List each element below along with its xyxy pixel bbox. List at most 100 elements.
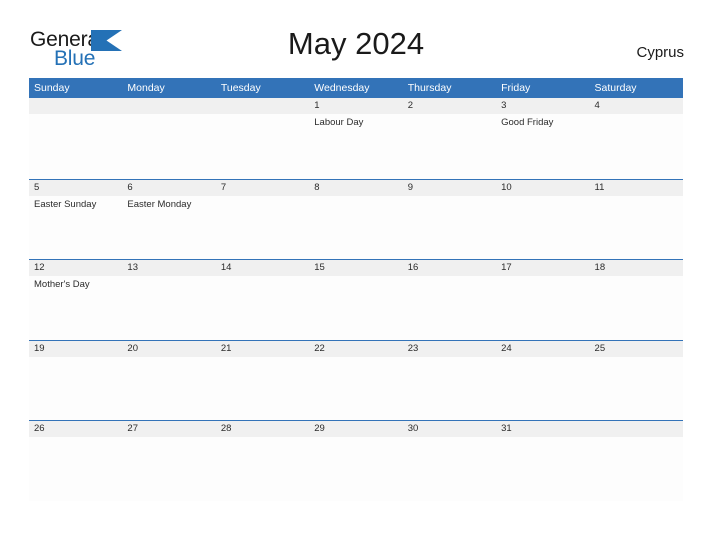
day-number[interactable]: 6 bbox=[122, 180, 215, 196]
weekday-header-row: Sunday Monday Tuesday Wednesday Thursday Frid… bbox=[29, 78, 683, 98]
day-number[interactable]: 12 bbox=[29, 260, 122, 276]
day-number[interactable]: 19 bbox=[29, 341, 122, 357]
day-event-label: Good Friday bbox=[501, 117, 554, 128]
day-cell-body[interactable] bbox=[309, 357, 402, 421]
calendar-week-row: 26 27 28 29 30 31 bbox=[29, 420, 683, 501]
day-cell-body[interactable] bbox=[122, 357, 215, 421]
day-event-label: Easter Monday bbox=[127, 198, 192, 210]
day-cell-body[interactable] bbox=[403, 357, 496, 421]
day-cell-body[interactable] bbox=[216, 357, 309, 421]
day-cell-body[interactable] bbox=[590, 196, 683, 260]
day-number bbox=[29, 98, 122, 114]
day-cell-body bbox=[122, 114, 215, 178]
day-event-label: Mother's Day bbox=[34, 279, 90, 290]
week-date-strip: 12 13 14 15 16 17 18 bbox=[29, 260, 683, 276]
day-cell-body[interactable]: Mother's Day bbox=[29, 276, 122, 340]
weekday-header-friday: Friday bbox=[501, 82, 531, 94]
day-number[interactable]: 30 bbox=[403, 421, 496, 437]
day-number[interactable]: 13 bbox=[122, 260, 215, 276]
day-cell-body[interactable] bbox=[590, 276, 683, 340]
day-cell-body[interactable] bbox=[309, 276, 402, 340]
day-number[interactable]: 26 bbox=[29, 421, 122, 437]
day-event-label: Easter Sunday bbox=[34, 198, 97, 210]
day-cell-body[interactable]: Easter Monday bbox=[122, 196, 215, 260]
calendar-week-row: 1 2 3 4 Labour Day Good Friday bbox=[29, 98, 683, 179]
day-number[interactable]: 18 bbox=[590, 260, 683, 276]
day-cell-body[interactable]: Good Friday bbox=[496, 114, 589, 178]
week-event-strip: Mother's Day bbox=[29, 276, 683, 340]
week-date-strip: 26 27 28 29 30 31 bbox=[29, 421, 683, 437]
week-event-strip bbox=[29, 437, 683, 501]
day-cell-body[interactable]: Labour Day bbox=[309, 114, 402, 178]
day-number[interactable]: 17 bbox=[496, 260, 589, 276]
weekday-header-tuesday: Tuesday bbox=[220, 82, 261, 94]
day-number[interactable]: 8 bbox=[309, 180, 402, 196]
page-title: May 2024 bbox=[287, 26, 425, 61]
day-cell-body[interactable] bbox=[496, 196, 589, 260]
day-number[interactable]: 22 bbox=[309, 341, 402, 357]
day-number[interactable]: 16 bbox=[403, 260, 496, 276]
calendar-grid: Sunday Monday Tuesday Wednesday Thursday Frid… bbox=[29, 78, 683, 501]
week-event-strip bbox=[29, 357, 683, 421]
day-cell-body[interactable] bbox=[122, 276, 215, 340]
day-number[interactable]: 23 bbox=[403, 341, 496, 357]
day-cell-body[interactable] bbox=[403, 114, 496, 178]
week-date-strip: 19 20 21 22 23 24 25 bbox=[29, 340, 683, 357]
day-number[interactable]: 20 bbox=[122, 341, 215, 357]
day-cell-body[interactable] bbox=[403, 276, 496, 340]
day-number[interactable]: 31 bbox=[496, 421, 589, 437]
day-cell-body bbox=[590, 437, 683, 501]
page-header: General Blue May 2024 Cyprus bbox=[0, 0, 712, 76]
day-cell-body[interactable] bbox=[309, 196, 402, 260]
day-cell-body[interactable] bbox=[496, 437, 589, 501]
day-number[interactable]: 7 bbox=[216, 180, 309, 196]
day-number[interactable]: 3 bbox=[496, 98, 589, 114]
day-cell-body[interactable] bbox=[590, 357, 683, 421]
day-cell-body[interactable]: Easter Sunday bbox=[29, 196, 122, 260]
day-number bbox=[590, 421, 683, 437]
day-cell-body[interactable] bbox=[403, 196, 496, 260]
day-cell-body[interactable] bbox=[122, 437, 215, 501]
day-number[interactable]: 24 bbox=[496, 341, 589, 357]
day-number bbox=[216, 98, 309, 114]
day-number[interactable]: 27 bbox=[122, 421, 215, 437]
weekday-header-thursday: Thursday bbox=[407, 82, 452, 94]
week-event-strip: Easter Sunday Easter Monday bbox=[29, 196, 683, 260]
day-number[interactable]: 1 bbox=[309, 98, 402, 114]
day-cell-body bbox=[29, 114, 122, 178]
day-number[interactable]: 25 bbox=[590, 341, 683, 357]
calendar-weeks: 1 2 3 4 Labour Day Good Friday 5 6 7 8 9 10 11 Easter… bbox=[29, 98, 683, 501]
day-cell-body[interactable] bbox=[309, 437, 402, 501]
day-number[interactable]: 15 bbox=[309, 260, 402, 276]
day-cell-body[interactable] bbox=[216, 276, 309, 340]
calendar-week-row: 5 6 7 8 9 10 11 Easter Sunday Easter Monday bbox=[29, 178, 683, 260]
day-number[interactable]: 2 bbox=[403, 98, 496, 114]
day-number[interactable]: 11 bbox=[590, 180, 683, 196]
day-number[interactable]: 29 bbox=[309, 421, 402, 437]
week-event-strip: Labour Day Good Friday bbox=[29, 114, 683, 178]
weekday-header-sunday: Sunday bbox=[34, 82, 70, 94]
day-cell-body[interactable] bbox=[496, 276, 589, 340]
day-cell-body bbox=[216, 114, 309, 178]
day-cell-body[interactable] bbox=[403, 437, 496, 501]
calendar-week-row: 19 20 21 22 23 24 25 bbox=[29, 339, 683, 421]
day-number[interactable]: 10 bbox=[496, 180, 589, 196]
day-cell-body[interactable] bbox=[216, 437, 309, 501]
day-cell-body[interactable] bbox=[590, 114, 683, 178]
day-number[interactable]: 21 bbox=[216, 341, 309, 357]
calendar-week-row: 12 13 14 15 16 17 18 Mother's Day bbox=[29, 259, 683, 340]
day-number bbox=[122, 98, 215, 114]
day-number[interactable]: 4 bbox=[590, 98, 683, 114]
day-cell-body[interactable] bbox=[29, 437, 122, 501]
region-label: Cyprus bbox=[636, 44, 684, 61]
day-cell-body[interactable] bbox=[29, 357, 122, 421]
day-number[interactable]: 5 bbox=[29, 180, 122, 196]
weekday-header-saturday: Saturday bbox=[594, 82, 637, 94]
week-date-strip: 1234 bbox=[29, 98, 683, 114]
day-cell-body[interactable] bbox=[496, 357, 589, 421]
day-cell-body[interactable] bbox=[216, 196, 309, 260]
day-number[interactable]: 28 bbox=[216, 421, 309, 437]
day-event-label: Labour Day bbox=[314, 117, 364, 128]
day-number[interactable]: 14 bbox=[216, 260, 309, 276]
day-number[interactable]: 9 bbox=[403, 180, 496, 196]
